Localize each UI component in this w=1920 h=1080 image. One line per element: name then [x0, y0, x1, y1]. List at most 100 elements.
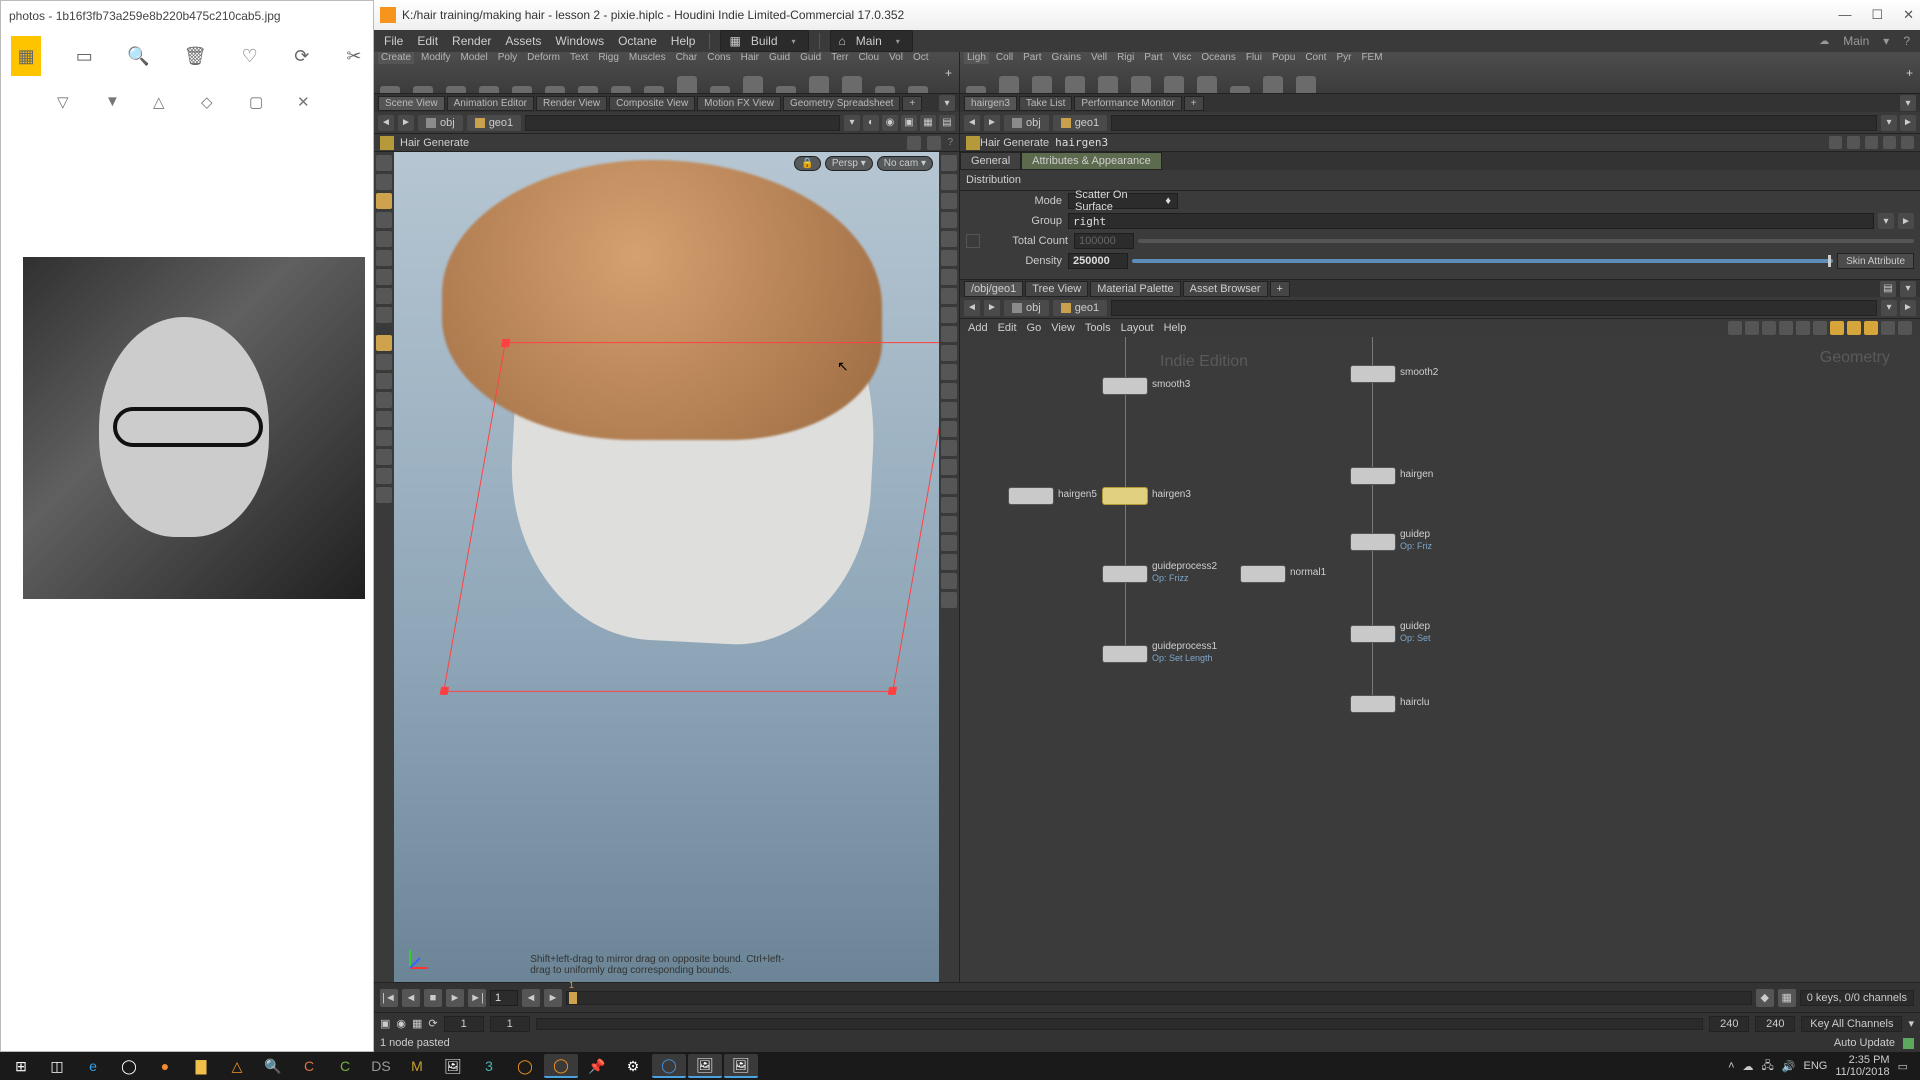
- tool-extend-icon[interactable]: [376, 411, 392, 427]
- shelf-tab[interactable]: Char: [673, 52, 701, 64]
- shelf-tool[interactable]: Font: [770, 86, 802, 94]
- net-tool-10[interactable]: [1881, 321, 1895, 335]
- tool-part-icon[interactable]: [376, 468, 392, 484]
- tab-take-list[interactable]: Take List: [1019, 96, 1072, 111]
- tool-lasso-icon[interactable]: [376, 174, 392, 190]
- tool-save-icon[interactable]: ▢: [249, 93, 269, 113]
- tl-aux-5[interactable]: ▾: [1908, 1017, 1914, 1030]
- status-warn-icon[interactable]: [1790, 1036, 1804, 1050]
- tab-hairgen3[interactable]: hairgen3: [964, 96, 1017, 111]
- disp-opt-4[interactable]: [941, 212, 957, 228]
- shelf-tool[interactable]: Environment Light: [1290, 76, 1322, 94]
- network-canvas[interactable]: Geometry Indie Edition smooth3 hairgen5: [960, 337, 1920, 982]
- shelf-tool[interactable]: Spot Light: [1026, 76, 1058, 94]
- node-guidep[interactable]: [1350, 533, 1396, 551]
- shelf-tool[interactable]: Grid: [506, 86, 538, 94]
- shelf-tab[interactable]: Cont: [1302, 52, 1329, 64]
- photos-task-icon[interactable]: ◯: [652, 1054, 686, 1078]
- houdini-task-icon[interactable]: ◯: [544, 1054, 578, 1078]
- timeline-first-icon[interactable]: |◄: [380, 989, 398, 1007]
- shelf-tool[interactable]: File: [902, 86, 934, 94]
- path-fwd-icon[interactable]: ►: [398, 115, 414, 131]
- timeline-keyprev-icon[interactable]: ◄: [522, 989, 540, 1007]
- tray-chevron-icon[interactable]: ˄: [1728, 1060, 1734, 1072]
- param-skin-attribute-btn[interactable]: Skin Attribute: [1837, 253, 1914, 269]
- net-tool-6[interactable]: [1813, 321, 1827, 335]
- shelf-tool[interactable]: Area Light: [1059, 76, 1091, 94]
- timeline-play-icon[interactable]: ►: [446, 989, 464, 1007]
- shelf-tab[interactable]: Model: [457, 52, 490, 64]
- disp-opt-5[interactable]: [941, 231, 957, 247]
- tl-channels-status[interactable]: Key All Channels: [1801, 1016, 1902, 1032]
- tab-composite-view[interactable]: Composite View: [609, 96, 695, 111]
- taskview-icon[interactable]: ◫: [40, 1054, 74, 1078]
- disp-opt-18[interactable]: [941, 478, 957, 494]
- minimize-button[interactable]: —: [1838, 7, 1851, 23]
- param-help-icon[interactable]: [1901, 136, 1914, 149]
- shelf-tool[interactable]: Sky Light: [1191, 76, 1223, 94]
- param-density-input[interactable]: [1068, 253, 1128, 269]
- node-hairgen3[interactable]: [1102, 487, 1148, 505]
- disp-opt-21[interactable]: [941, 535, 957, 551]
- tl-aux-2[interactable]: ◉: [396, 1017, 406, 1030]
- app-c2-icon[interactable]: C: [328, 1054, 362, 1078]
- net-menu-layout[interactable]: Layout: [1121, 322, 1154, 334]
- timeline-keynext-icon[interactable]: ►: [544, 989, 562, 1007]
- imgview2-task-icon[interactable]: 🖼: [724, 1054, 758, 1078]
- param-tab-general[interactable]: General: [960, 152, 1021, 170]
- tab-geo-spreadsheet[interactable]: Geometry Spreadsheet: [783, 96, 900, 111]
- photos-slideshow-btn[interactable]: ▭: [75, 44, 93, 68]
- net-tool-5[interactable]: [1796, 321, 1810, 335]
- imgview-task-icon[interactable]: 🖼: [688, 1054, 722, 1078]
- tray-net-icon[interactable]: 🖧: [1762, 1057, 1774, 1076]
- disp-opt-2[interactable]: [941, 174, 957, 190]
- cloud-icon[interactable]: ☁: [1815, 34, 1833, 49]
- path-opts-4[interactable]: ▣: [901, 115, 917, 131]
- disp-opt-6[interactable]: [941, 250, 957, 266]
- node-smooth2[interactable]: [1350, 365, 1396, 383]
- net-tool-4[interactable]: [1779, 321, 1793, 335]
- param-gear-icon[interactable]: [1829, 136, 1842, 149]
- shelf-tab[interactable]: Vell: [1088, 52, 1110, 64]
- shelf-tab[interactable]: Oct: [910, 52, 932, 64]
- param-density-slider[interactable]: [1132, 259, 1833, 263]
- path-crumb-geo1-r[interactable]: geo1: [1053, 115, 1107, 131]
- shelf-tool[interactable]: Volume Light: [1125, 76, 1157, 94]
- shelf-tool[interactable]: Metaball: [869, 86, 901, 94]
- shelf-tool[interactable]: Camera: [960, 86, 992, 94]
- shelf-tool[interactable]: Geometry Light: [1092, 76, 1124, 94]
- net-tool-2[interactable]: [1745, 321, 1759, 335]
- app-c-icon[interactable]: C: [292, 1054, 326, 1078]
- photos-crop-btn[interactable]: ✂: [345, 44, 363, 68]
- timeline-frame-input[interactable]: [490, 990, 518, 1006]
- node-hairgen[interactable]: [1350, 467, 1396, 485]
- shelf-tab[interactable]: Coll: [993, 52, 1016, 64]
- help-icon[interactable]: ?: [1899, 32, 1914, 50]
- net-menu-tools[interactable]: Tools: [1085, 322, 1111, 334]
- disp-opt-23[interactable]: [941, 573, 957, 589]
- param-mode-dropdown[interactable]: Scatter On Surface♦: [1068, 193, 1178, 209]
- path-fwd-icon-r[interactable]: ►: [984, 115, 1000, 131]
- path-back-icon[interactable]: ◄: [378, 115, 394, 131]
- edge-icon[interactable]: e: [76, 1054, 110, 1078]
- tool-box-icon[interactable]: [376, 288, 392, 304]
- menu-edit[interactable]: Edit: [413, 32, 442, 50]
- shelf-tab[interactable]: Cons: [704, 52, 733, 64]
- net-crumb-obj[interactable]: obj: [1004, 300, 1049, 316]
- shelf-tab[interactable]: Part: [1020, 52, 1044, 64]
- shelf-tool[interactable]: GI Light: [1224, 86, 1256, 94]
- caret-icon[interactable]: ▾: [1879, 32, 1893, 50]
- net-opts-2[interactable]: ▾: [1900, 281, 1916, 297]
- shelf-tool[interactable]: Caustic Light: [1257, 76, 1289, 94]
- node-guideprocess2[interactable]: [1102, 565, 1148, 583]
- param-search-icon[interactable]: [1865, 136, 1878, 149]
- disp-opt-7[interactable]: [941, 269, 957, 285]
- path-back-icon-r[interactable]: ◄: [964, 115, 980, 131]
- param-group-menu-icon[interactable]: ▾: [1878, 213, 1894, 229]
- shelf-tab[interactable]: Deform: [524, 52, 563, 64]
- menu-assets[interactable]: Assets: [501, 32, 545, 50]
- net-menu-add[interactable]: Add: [968, 322, 988, 334]
- app-ds-icon[interactable]: DS: [364, 1054, 398, 1078]
- explorer-icon[interactable]: ▇: [184, 1054, 218, 1078]
- param-checkbox-total[interactable]: [966, 234, 980, 248]
